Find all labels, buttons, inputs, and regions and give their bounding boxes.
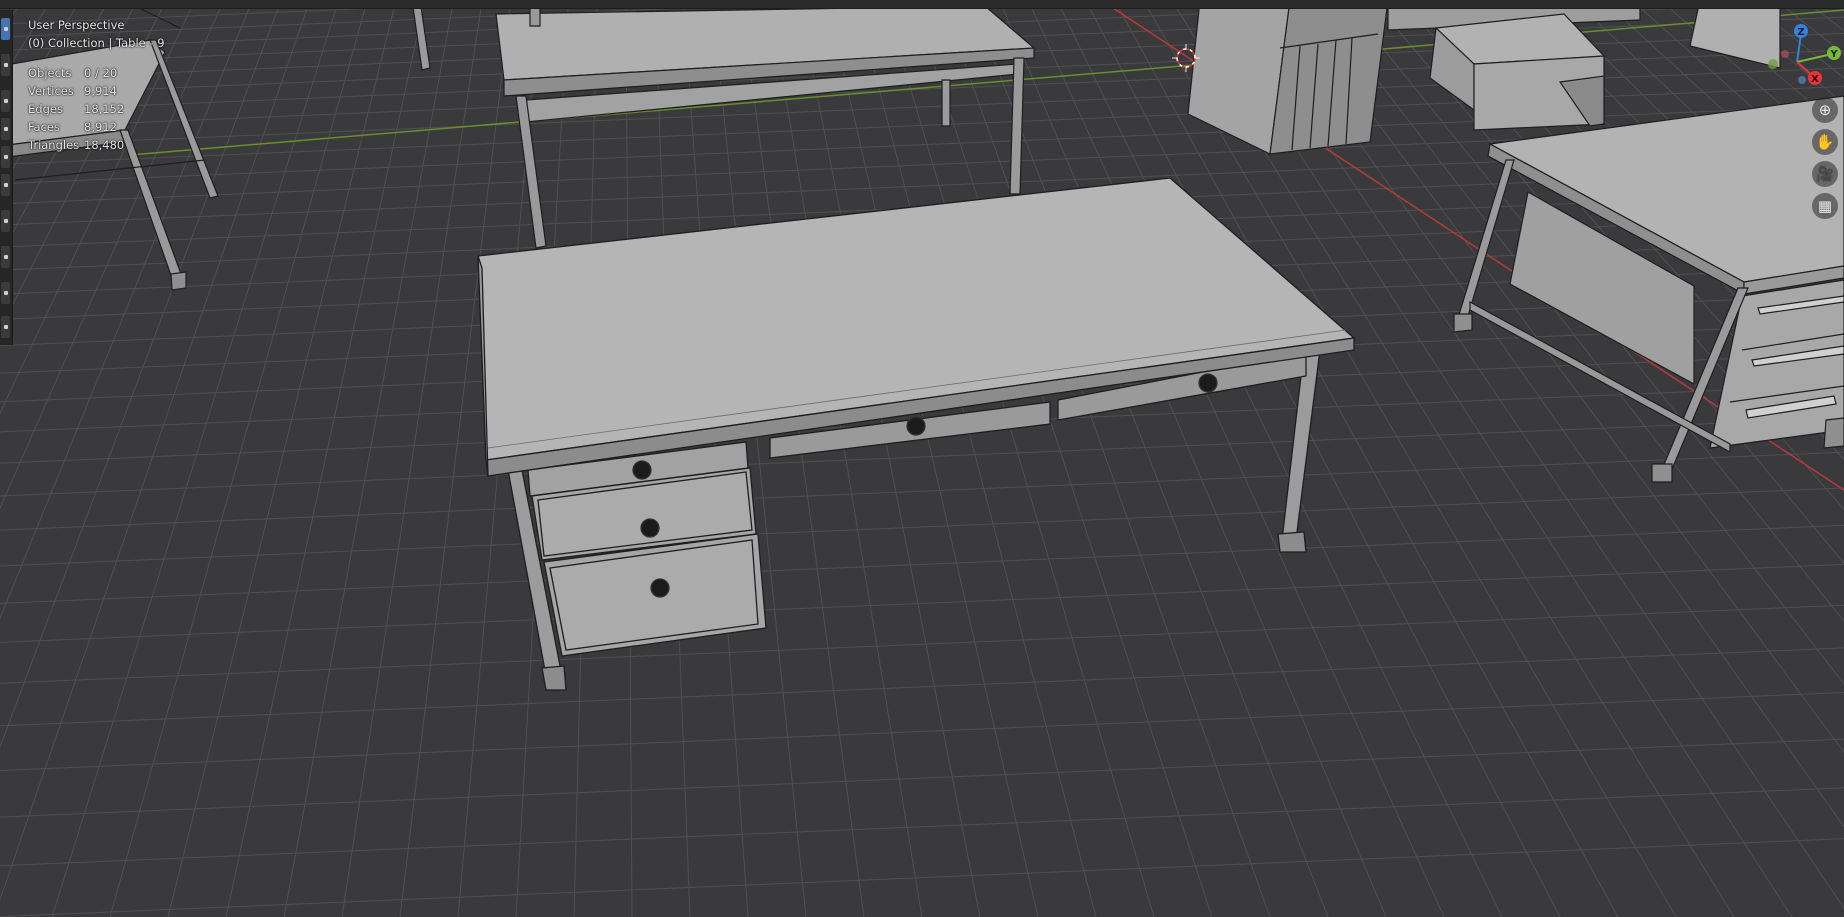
viewport-info-overlay: User Perspective (0) Collection | Table … — [28, 16, 165, 154]
add-cube-tool-button[interactable] — [1, 282, 10, 304]
stat-row-faces: Faces 8,912 — [28, 118, 165, 136]
x-axis-handle[interactable]: X — [1808, 71, 1822, 85]
perspective-grid-icon: ▦ — [1817, 197, 1833, 215]
stat-row-objects: Objects 0 / 20 — [28, 64, 165, 82]
select-icon — [3, 27, 8, 31]
stat-value: 18,480 — [84, 138, 125, 152]
grid-line — [1027, 0, 1445, 917]
scale-tool-button[interactable] — [1, 146, 10, 168]
grid-line — [0, 604, 1844, 684]
stat-value: 8,912 — [84, 120, 117, 134]
transform-tool-button[interactable] — [1, 174, 10, 196]
viewport-nav-buttons: ⊕ ✋ 🎥 ▦ — [1812, 97, 1842, 225]
stat-label: Triangles — [28, 138, 80, 152]
grid-line — [0, 691, 1844, 771]
x-axis-label: X — [1811, 74, 1819, 85]
navigation-gizmo[interactable]: Z Y X — [1752, 18, 1842, 102]
main-desk[interactable] — [477, 177, 1356, 691]
rotate-icon — [3, 127, 8, 131]
measure-icon — [3, 255, 8, 259]
stat-label: Faces — [28, 120, 60, 134]
cursor-tool-button[interactable] — [1, 54, 10, 76]
move-icon — [3, 99, 8, 103]
tool-icon — [3, 325, 8, 329]
header-strip — [0, 0, 1844, 9]
cursor-icon — [3, 63, 8, 67]
grid-line — [283, 0, 455, 917]
measure-tool-button[interactable] — [1, 246, 10, 268]
transform-icon — [3, 183, 8, 187]
stat-label: Vertices — [28, 84, 74, 98]
rotate-tool-button[interactable] — [1, 118, 10, 140]
grid-line — [826, 0, 1039, 917]
stat-row-vertices: Vertices 9,914 — [28, 82, 165, 100]
z-axis-label: Z — [1797, 27, 1804, 38]
grid-line — [341, 0, 483, 917]
grid-line — [0, 487, 1844, 567]
select-tool-button[interactable] — [1, 18, 10, 40]
zoom-icon: ⊕ — [1818, 101, 1832, 119]
y-axis-label: Y — [1829, 49, 1838, 60]
scene-statistics: Objects 0 / 20 Vertices 9,914 Edges 18,1… — [28, 64, 165, 154]
tool-shelf — [0, 10, 13, 345]
annotate-tool-button[interactable] — [1, 210, 10, 232]
stat-row-edges: Edges 18,152 — [28, 100, 165, 118]
grid-line — [912, 0, 1213, 917]
cube-icon — [3, 291, 8, 295]
grid-line — [740, 0, 865, 917]
pan-button[interactable]: ✋ — [1812, 129, 1838, 155]
annotate-icon — [3, 219, 8, 223]
camera-icon: 🎥 — [1815, 165, 1835, 183]
collection-info: (0) Collection | Table - 9 — [28, 36, 165, 50]
stat-value: 0 / 20 — [84, 66, 118, 80]
z-axis-handle[interactable]: Z — [1794, 24, 1808, 38]
viewport-scene[interactable] — [0, 0, 1844, 917]
zoom-button[interactable]: ⊕ — [1812, 97, 1838, 123]
move-tool-button[interactable] — [1, 90, 10, 112]
camera-view-button[interactable]: 🎥 — [1812, 161, 1838, 187]
neg-y-axis-handle[interactable] — [1768, 59, 1778, 69]
stat-value: 18,152 — [84, 102, 125, 116]
neg-x-axis-handle[interactable] — [1781, 50, 1789, 58]
grid-line — [0, 451, 1844, 531]
stat-row-triangles: Triangles 18,480 — [28, 136, 165, 154]
grid-line — [0, 647, 1844, 727]
perspective-toggle-button[interactable]: ▦ — [1812, 193, 1838, 219]
right-desk[interactable] — [1453, 95, 1844, 483]
grid-line — [0, 738, 1844, 818]
extra-tool-button[interactable] — [1, 316, 10, 338]
stat-label: Objects — [28, 66, 72, 80]
3d-viewport[interactable]: User Perspective (0) Collection | Table … — [0, 0, 1844, 917]
scale-icon — [3, 155, 8, 159]
grid-line — [0, 563, 1844, 643]
neg-z-axis-handle[interactable] — [1798, 76, 1806, 84]
grid-line — [0, 787, 1844, 867]
grid-line — [0, 524, 1844, 604]
stat-value: 9,914 — [84, 84, 117, 98]
grid-line — [0, 838, 1844, 917]
view-name: User Perspective — [28, 18, 125, 32]
pan-hand-icon: ✋ — [1815, 133, 1835, 151]
stat-label: Edges — [28, 102, 63, 116]
y-axis-handle[interactable]: Y — [1827, 46, 1841, 60]
